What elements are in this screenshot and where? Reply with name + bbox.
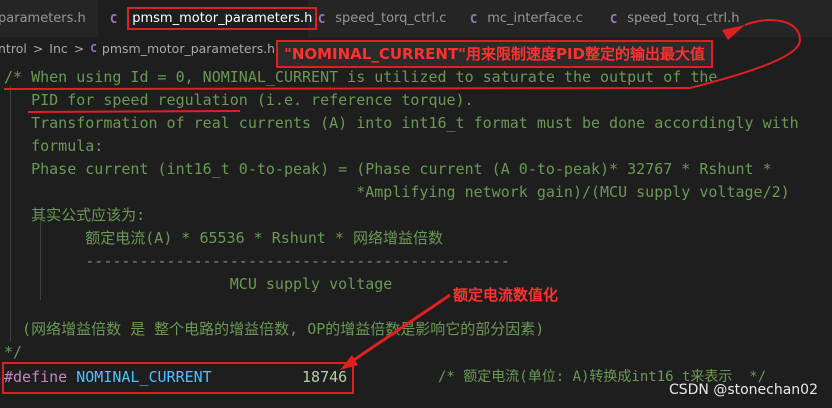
csdn-watermark: CSDN @stonechan02 [668,382,818,398]
annotation-arrows [3,19,802,370]
underline-line1 [3,87,691,90]
arrow-to-value-icon [344,293,451,368]
arrow-head-icon [722,25,745,40]
underline-line2 [27,110,241,113]
curved-arrow-icon [689,19,802,89]
